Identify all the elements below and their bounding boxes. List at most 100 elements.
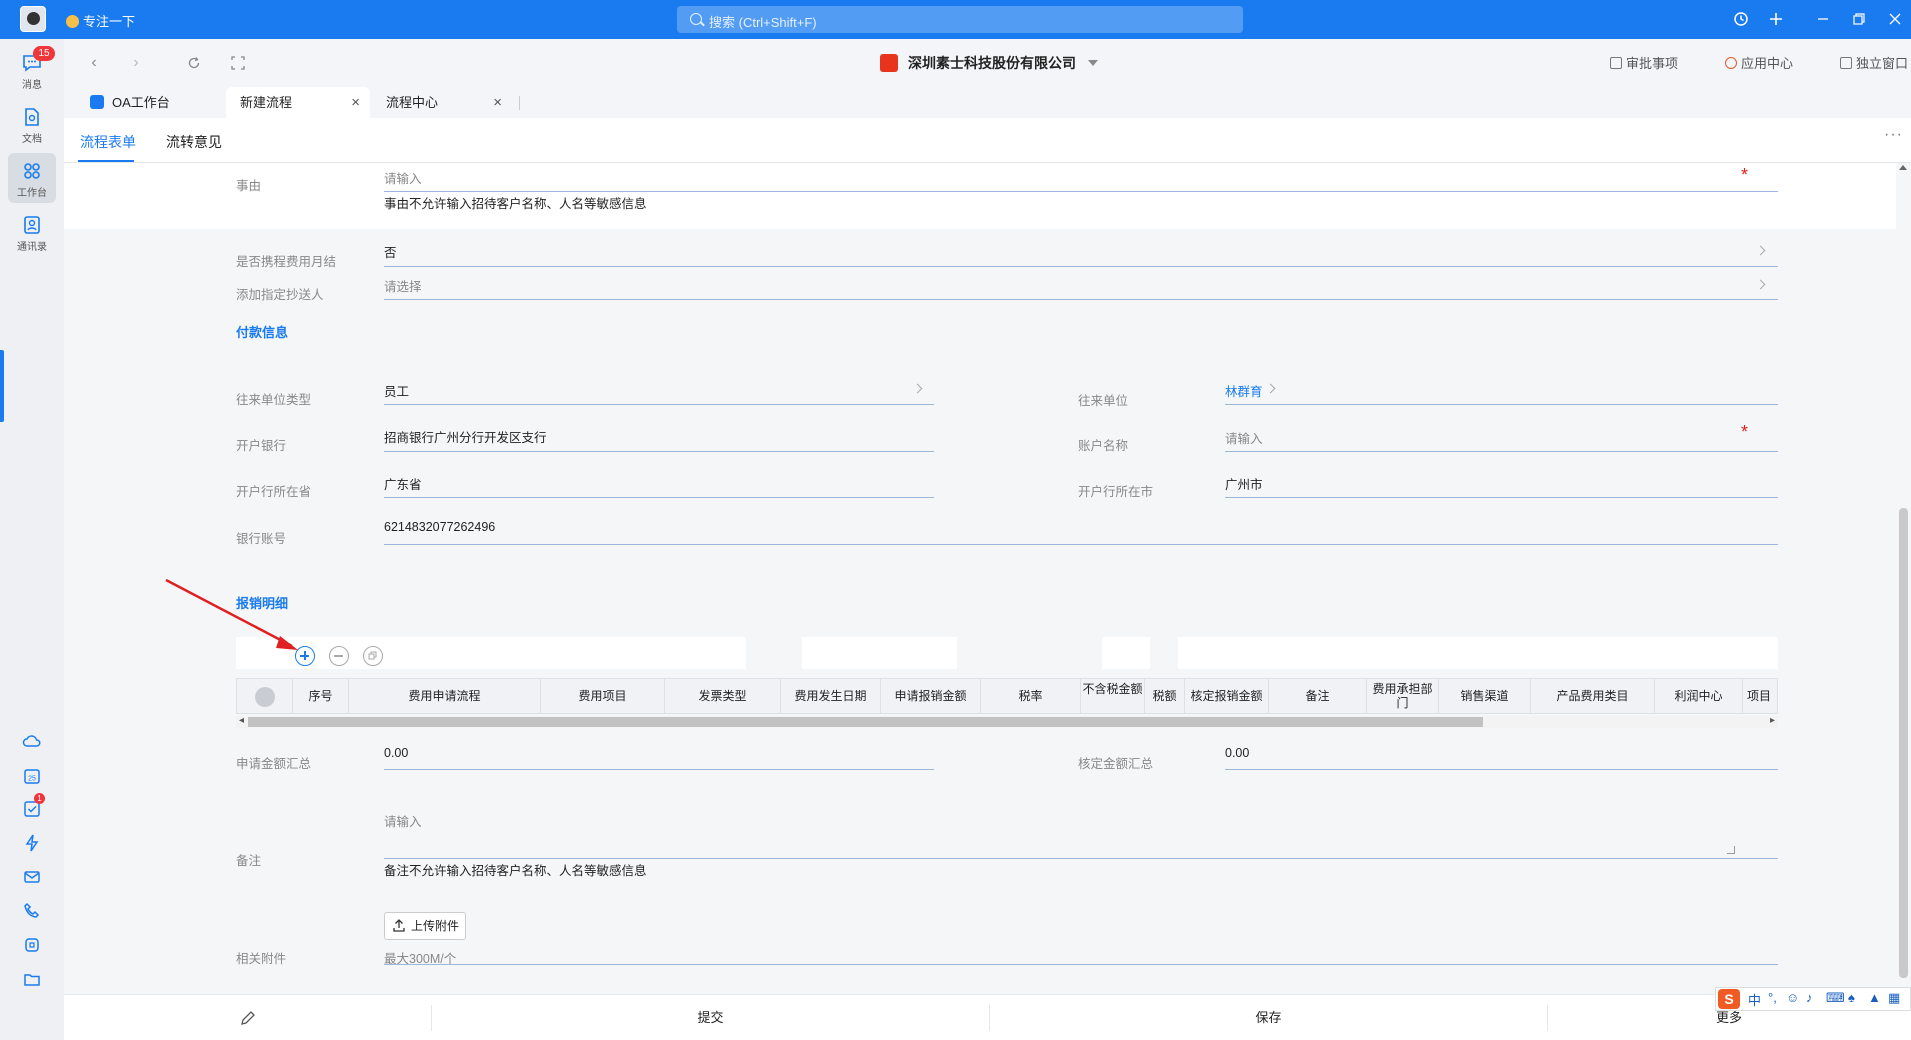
- phone-icon[interactable]: [22, 901, 42, 921]
- chevron-right-icon[interactable]: [1755, 279, 1766, 290]
- mail-icon[interactable]: [22, 867, 42, 887]
- chevron-right-icon[interactable]: [1265, 383, 1276, 394]
- focus-mode-button[interactable]: 专注一下: [66, 11, 135, 30]
- copy-row-button[interactable]: [363, 646, 383, 666]
- copy-icon: [368, 651, 377, 660]
- back-icon[interactable]: ‹: [84, 53, 104, 73]
- global-search-input[interactable]: 搜索 (Ctrl+Shift+F): [677, 6, 1243, 33]
- save-button[interactable]: 保存: [990, 995, 1547, 1040]
- column-header[interactable]: 备注: [1269, 679, 1367, 713]
- rail-item-workbench[interactable]: 工作台: [8, 153, 56, 203]
- close-window-icon[interactable]: [1884, 8, 1906, 30]
- remark-textarea[interactable]: 请输入: [384, 811, 422, 830]
- skin-icon[interactable]: ♠: [1848, 990, 1855, 1005]
- counterparty-select[interactable]: 林群育: [1225, 381, 1263, 400]
- tab-comments[interactable]: 流转意见: [166, 132, 222, 152]
- monthly-select[interactable]: 否: [384, 242, 397, 261]
- table-horizontal-scrollbar[interactable]: ◂ ▸: [236, 715, 1778, 728]
- refresh-icon[interactable]: [184, 53, 204, 73]
- ime-punct[interactable]: °,: [1768, 990, 1777, 1005]
- column-header[interactable]: 税率: [981, 679, 1081, 713]
- scrollbar-thumb[interactable]: [1899, 508, 1908, 978]
- emoji-icon[interactable]: ☺: [1786, 990, 1799, 1005]
- reason-label: 事由: [236, 179, 262, 193]
- restore-icon[interactable]: [1848, 8, 1870, 30]
- user-avatar[interactable]: [20, 6, 46, 32]
- column-header[interactable]: 费用申请流程: [349, 679, 541, 713]
- close-icon[interactable]: ×: [351, 87, 360, 118]
- scroll-right-icon[interactable]: ▸: [1770, 715, 1775, 726]
- scroll-up-icon[interactable]: [1899, 165, 1907, 170]
- column-header[interactable]: 产品费用类目: [1531, 679, 1655, 713]
- fullscreen-icon[interactable]: [228, 53, 248, 73]
- form-tabs: 流程表单 流转意见 ···: [64, 118, 1911, 163]
- more-options-icon[interactable]: ···: [1884, 126, 1903, 144]
- account-name-input[interactable]: 请输入: [1225, 428, 1263, 447]
- ime-logo[interactable]: S: [1718, 989, 1740, 1009]
- table-toolbar: [1178, 637, 1468, 669]
- resize-handle-icon[interactable]: [1727, 846, 1735, 854]
- rail-item-documents[interactable]: 文档: [8, 99, 56, 149]
- column-header[interactable]: 申请报销金额: [881, 679, 981, 713]
- cloud-icon[interactable]: [22, 732, 42, 752]
- keyboard-icon[interactable]: ⌨: [1826, 990, 1845, 1006]
- tab-divider: [519, 96, 520, 110]
- city-field[interactable]: 广州市: [1225, 474, 1263, 493]
- approval-link[interactable]: 审批事项: [1610, 53, 1678, 72]
- remove-row-button[interactable]: [329, 646, 349, 666]
- page-vertical-scrollbar[interactable]: [1896, 163, 1911, 994]
- upload-attachment-button[interactable]: 上传附件: [384, 912, 466, 940]
- column-header[interactable]: 序号: [293, 679, 349, 713]
- rail-item-contacts[interactable]: 通讯录: [8, 207, 56, 257]
- reason-input[interactable]: 请输入: [384, 168, 422, 187]
- table-toolbar: [802, 637, 957, 669]
- column-header[interactable]: 项目: [1743, 679, 1777, 713]
- remark-label: 备注: [236, 854, 262, 868]
- minimize-icon[interactable]: [1812, 8, 1834, 30]
- column-header[interactable]: 费用发生日期: [781, 679, 881, 713]
- tab-process-center[interactable]: 流程中心 ×: [372, 87, 512, 118]
- lightning-icon[interactable]: [22, 833, 42, 853]
- province-field[interactable]: 广东省: [384, 474, 422, 493]
- edit-icon[interactable]: [240, 1010, 256, 1026]
- ime-mode[interactable]: 中: [1748, 990, 1761, 1009]
- chevron-right-icon[interactable]: [1755, 245, 1766, 256]
- counterparty-type-select[interactable]: 员工: [384, 381, 409, 400]
- column-header[interactable]: 费用项目: [541, 679, 665, 713]
- scrollbar-thumb[interactable]: [248, 717, 1483, 727]
- mic-icon[interactable]: ♪: [1806, 990, 1813, 1005]
- calendar-icon[interactable]: 25: [22, 766, 42, 786]
- column-header[interactable]: 发票类型: [665, 679, 781, 713]
- grid-icon: [24, 163, 40, 179]
- company-switcher[interactable]: 深圳素士科技股份有限公司: [880, 53, 1098, 73]
- meeting-icon[interactable]: [22, 935, 42, 955]
- rail-collapse-handle[interactable]: [0, 350, 4, 422]
- column-header[interactable]: 核定报销金额: [1185, 679, 1269, 713]
- column-header[interactable]: 税额: [1145, 679, 1185, 713]
- chevron-right-icon[interactable]: [912, 383, 923, 394]
- scroll-left-icon[interactable]: ◂: [239, 715, 244, 726]
- rail-item-messages[interactable]: 消息 15: [8, 45, 56, 95]
- tab-oa-workbench[interactable]: OA工作台: [90, 87, 230, 118]
- forward-icon[interactable]: ›: [126, 53, 146, 73]
- detach-window-link[interactable]: 独立窗口: [1840, 53, 1908, 72]
- close-icon[interactable]: ×: [493, 87, 502, 118]
- column-header[interactable]: 费用承担部门: [1367, 679, 1439, 713]
- tab-new-process[interactable]: 新建流程 ×: [226, 87, 370, 118]
- column-header[interactable]: 利润中心: [1655, 679, 1743, 713]
- column-header[interactable]: 不含税金额: [1081, 679, 1145, 713]
- column-header[interactable]: 销售渠道: [1439, 679, 1531, 713]
- account-no-field[interactable]: 6214832077262496: [384, 520, 495, 534]
- tab-form[interactable]: 流程表单: [80, 132, 136, 152]
- add-icon[interactable]: [1765, 8, 1787, 30]
- history-icon[interactable]: [1730, 8, 1752, 30]
- folder-icon[interactable]: [22, 969, 42, 989]
- required-marker: *: [1741, 165, 1749, 185]
- app-center-link[interactable]: 应用中心: [1725, 53, 1793, 72]
- grid-menu-icon[interactable]: ▦: [1888, 990, 1900, 1006]
- submit-button[interactable]: 提交: [432, 995, 989, 1040]
- cc-select[interactable]: 请选择: [384, 276, 422, 295]
- shirt-icon[interactable]: ▲: [1868, 990, 1881, 1005]
- bank-field[interactable]: 招商银行广州分行开发区支行: [384, 427, 547, 446]
- select-all-checkbox[interactable]: [237, 679, 293, 713]
